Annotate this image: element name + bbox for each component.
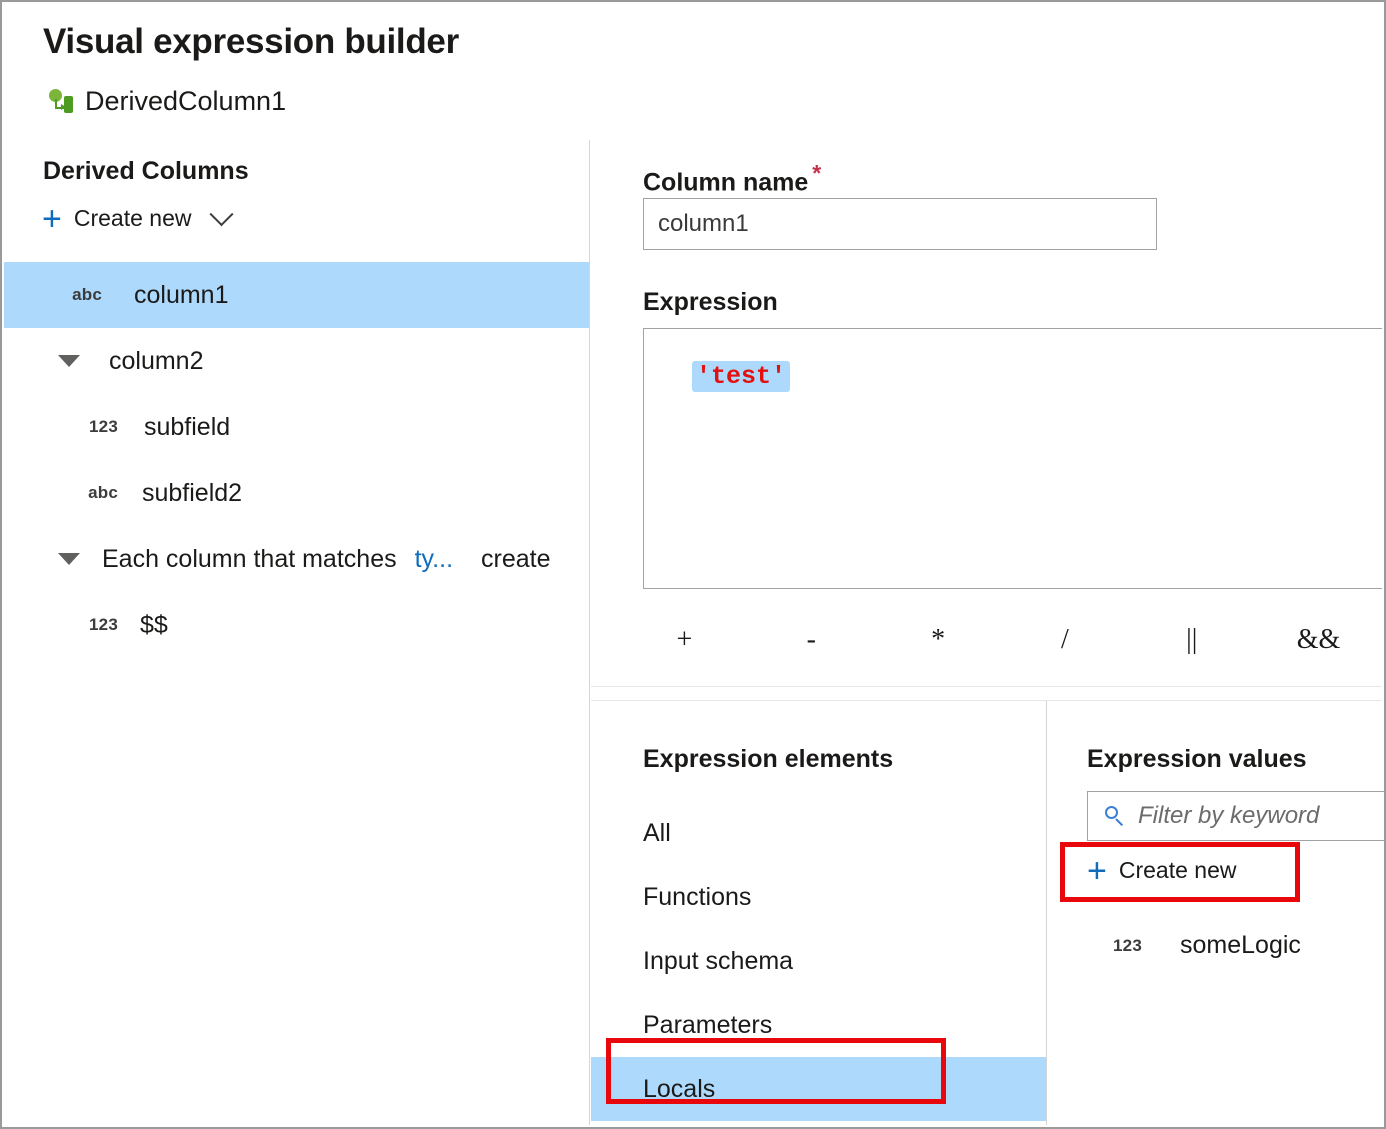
tree-item-subfield[interactable]: 123 subfield — [4, 394, 589, 460]
filter-input[interactable] — [1136, 801, 1386, 831]
expression-element-parameters[interactable]: Parameters — [591, 993, 1046, 1057]
tree-item-label: column1 — [134, 281, 229, 310]
operator-divide-button[interactable]: / — [1001, 626, 1128, 654]
tree-item-subfield2[interactable]: abc subfield2 — [4, 460, 589, 526]
type-badge-123: 123 — [1047, 936, 1142, 956]
divider — [591, 686, 1382, 687]
expression-label: Expression — [643, 288, 778, 317]
operator-toolbar: + - * / || && — [621, 610, 1382, 670]
tree-item-label: subfield — [144, 413, 230, 442]
plus-icon: + — [1087, 860, 1107, 882]
expression-element-all[interactable]: All — [591, 801, 1046, 865]
create-new-derived-column-button[interactable]: + Create new — [42, 205, 230, 232]
required-marker: * — [812, 160, 821, 186]
expression-element-functions[interactable]: Functions — [591, 865, 1046, 929]
tree-item-label: Each column that matches — [102, 545, 397, 574]
page-title: Visual expression builder — [43, 22, 459, 62]
plus-icon: + — [42, 208, 62, 230]
expression-elements-panel: Expression elements All Functions Input … — [591, 701, 1046, 1125]
derived-columns-panel: Derived Columns + Create new abc column1… — [4, 140, 590, 1125]
tree-item-column-pattern[interactable]: Each column that matches ty... create — [4, 526, 589, 592]
search-icon — [1104, 805, 1126, 827]
type-badge-abc: abc — [4, 285, 102, 305]
tree-item-column1[interactable]: abc column1 — [4, 262, 589, 328]
visual-expression-builder-dialog: Visual expression builder DerivedColumn1… — [0, 0, 1386, 1129]
create-new-local-button[interactable]: + Create new — [1087, 857, 1236, 884]
pattern-trailing-text: create — [481, 545, 550, 574]
type-badge-123: 123 — [4, 615, 118, 635]
operator-minus-button[interactable]: - — [748, 626, 875, 654]
tree-item-label: subfield2 — [142, 479, 242, 508]
operator-or-button[interactable]: || — [1128, 626, 1255, 654]
type-badge-123: 123 — [4, 417, 118, 437]
expression-element-locals[interactable]: Locals — [591, 1057, 1046, 1121]
type-badge-abc: abc — [4, 483, 118, 503]
expression-values-panel: Expression values + Create new 123 someL… — [1047, 701, 1382, 1125]
expression-code-text: 'test' — [692, 361, 790, 392]
operator-plus-button[interactable]: + — [621, 626, 748, 654]
operator-multiply-button[interactable]: * — [875, 626, 1002, 654]
column-name-input[interactable] — [643, 198, 1157, 250]
operator-and-button[interactable]: && — [1255, 626, 1382, 654]
tree-item-label: $$ — [140, 611, 168, 640]
create-new-label: Create new — [74, 205, 192, 232]
derived-column-icon — [48, 88, 76, 116]
pattern-match-link[interactable]: ty... — [415, 545, 453, 574]
expression-elements-list: All Functions Input schema Parameters Lo… — [591, 801, 1046, 1121]
expression-code-editor[interactable]: 'test' — [643, 328, 1382, 589]
filter-field[interactable] — [1087, 791, 1386, 841]
derived-columns-heading: Derived Columns — [43, 157, 249, 186]
expression-values-heading: Expression values — [1087, 745, 1307, 774]
derived-columns-tree: abc column1 column2 123 subfield abc sub… — [4, 262, 589, 658]
breadcrumb: DerivedColumn1 — [48, 86, 286, 117]
expression-value-somelogic[interactable]: 123 someLogic — [1047, 931, 1301, 960]
column-name-label-text: Column name — [643, 168, 808, 196]
expression-elements-heading: Expression elements — [643, 745, 893, 774]
expression-value-label: someLogic — [1180, 931, 1301, 960]
tree-item-dollar-dollar[interactable]: 123 $$ — [4, 592, 589, 658]
tree-item-column2[interactable]: column2 — [4, 328, 589, 394]
tree-item-label: column2 — [109, 347, 204, 376]
expand-caret-icon[interactable] — [4, 553, 80, 565]
expression-element-input-schema[interactable]: Input schema — [591, 929, 1046, 993]
create-new-label: Create new — [1119, 857, 1237, 884]
chevron-down-icon[interactable] — [210, 202, 234, 226]
expand-caret-icon[interactable] — [4, 355, 80, 367]
column-name-label: Column name* — [643, 160, 821, 197]
expression-editor-panel: Column name* Expression 'test' + - * / |… — [591, 140, 1382, 1125]
derived-column-name: DerivedColumn1 — [85, 86, 286, 117]
